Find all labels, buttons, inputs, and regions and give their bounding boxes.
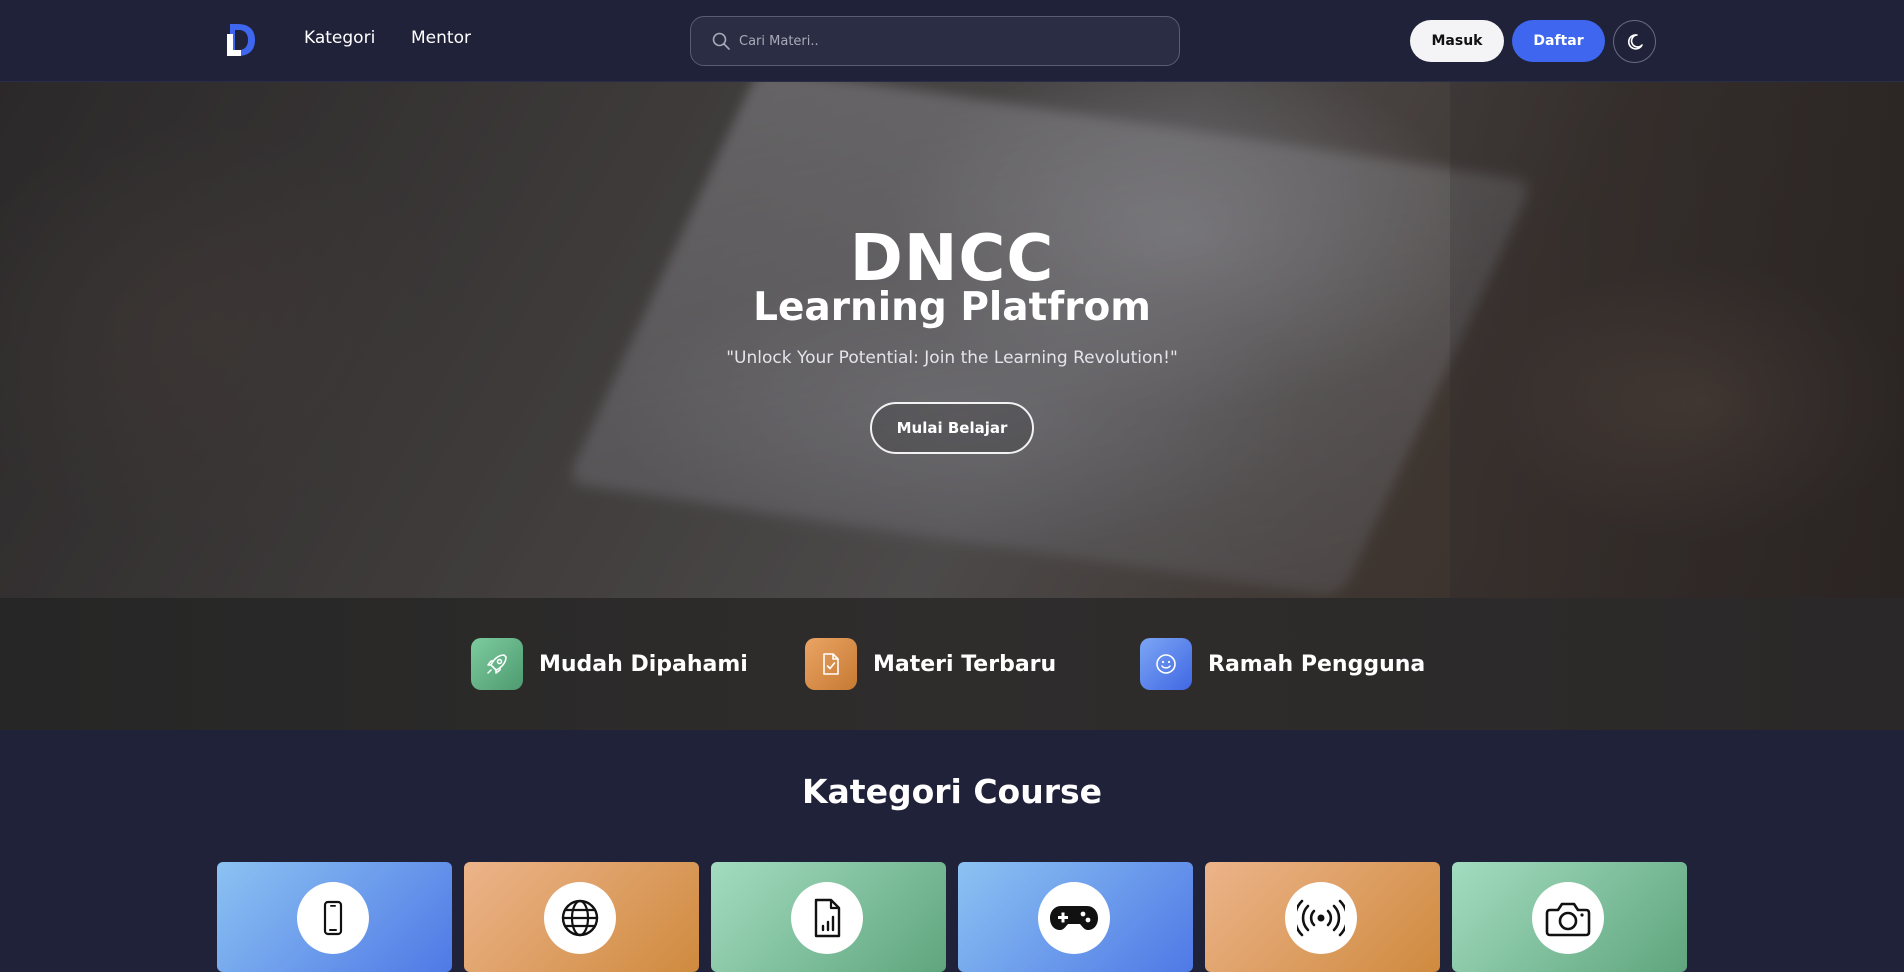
hero-subtitle: Learning Platfrom [753,285,1151,330]
category-section-title: Kategori Course [801,772,1103,811]
broadcast-icon [1297,899,1345,937]
gamepad-icon [1050,906,1098,930]
register-button[interactable]: Daftar [1512,20,1605,62]
dncc-logo-icon[interactable] [226,20,256,60]
hero-tagline: "Unlock Your Potential: Join the Learnin… [726,348,1178,368]
feature-label: Ramah Pengguna [1208,651,1426,677]
moon-icon [1627,33,1643,50]
feature-label: Mudah Dipahami [539,651,748,677]
category-card-mobile[interactable] [217,862,452,972]
category-card-web[interactable] [464,862,699,972]
category-card-list [217,862,1689,972]
search-input[interactable] [739,27,1159,55]
document-check-icon [805,638,857,690]
feature-item: Ramah Pengguna [1140,638,1425,690]
camera-icon [1545,902,1591,937]
smartphone-icon [323,900,343,936]
category-card-data[interactable] [711,862,946,972]
document-chart-icon [814,898,841,938]
search-icon [712,32,730,50]
category-card-iot[interactable] [1205,862,1440,972]
category-card-photography[interactable] [1452,862,1687,972]
feature-item: Materi Terbaru [805,638,1056,690]
nav-link-kategori[interactable]: Kategori [304,28,375,48]
rocket-icon [471,638,523,690]
hero-section: DNCC Learning Platfrom "Unlock Your Pote… [0,82,1904,598]
login-button[interactable]: Masuk [1410,20,1504,62]
nav-link-mentor[interactable]: Mentor [411,28,471,48]
feature-item: Mudah Dipahami [471,638,748,690]
navbar: Kategori Mentor Masuk Daftar [0,0,1904,82]
category-card-game[interactable] [958,862,1193,972]
globe-icon [561,899,599,937]
search-bar[interactable] [690,16,1180,66]
start-learning-button[interactable]: Mulai Belajar [870,402,1034,454]
theme-toggle-button[interactable] [1613,20,1656,63]
feature-label: Materi Terbaru [873,651,1057,677]
features-strip: Mudah Dipahami Materi Terbaru Ramah Peng… [0,598,1904,730]
smiley-icon [1140,638,1192,690]
